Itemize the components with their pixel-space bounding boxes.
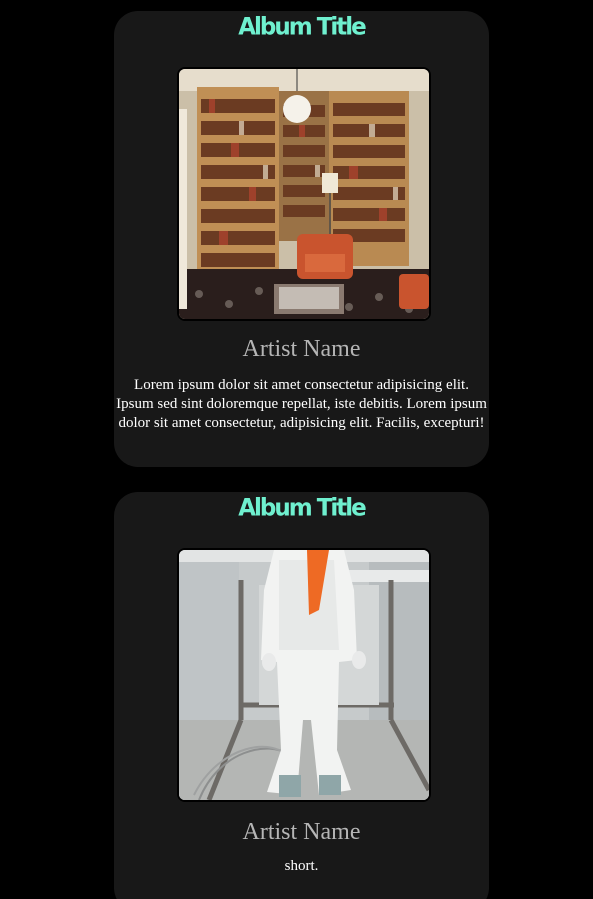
album-description: short.	[284, 858, 319, 874]
album-card[interactable]: Album Title	[114, 492, 489, 899]
artist-name: Artist Name	[242, 336, 361, 362]
album-description: Lorem ipsum dolor sit amet consectetur a…	[116, 377, 487, 431]
album-cover-image[interactable]	[177, 67, 431, 321]
album-cover-image[interactable]	[177, 548, 431, 802]
library-bookshelves-image	[179, 69, 429, 319]
album-title: Album Title	[238, 494, 367, 522]
album-title: Album Title	[238, 13, 367, 41]
white-suit-painter-image	[179, 550, 429, 800]
artist-name: Artist Name	[242, 819, 361, 845]
album-card[interactable]: Album Title	[114, 11, 489, 467]
album-feed: Album Title Artist Name Lorem ipsum dolo…	[0, 0, 593, 899]
